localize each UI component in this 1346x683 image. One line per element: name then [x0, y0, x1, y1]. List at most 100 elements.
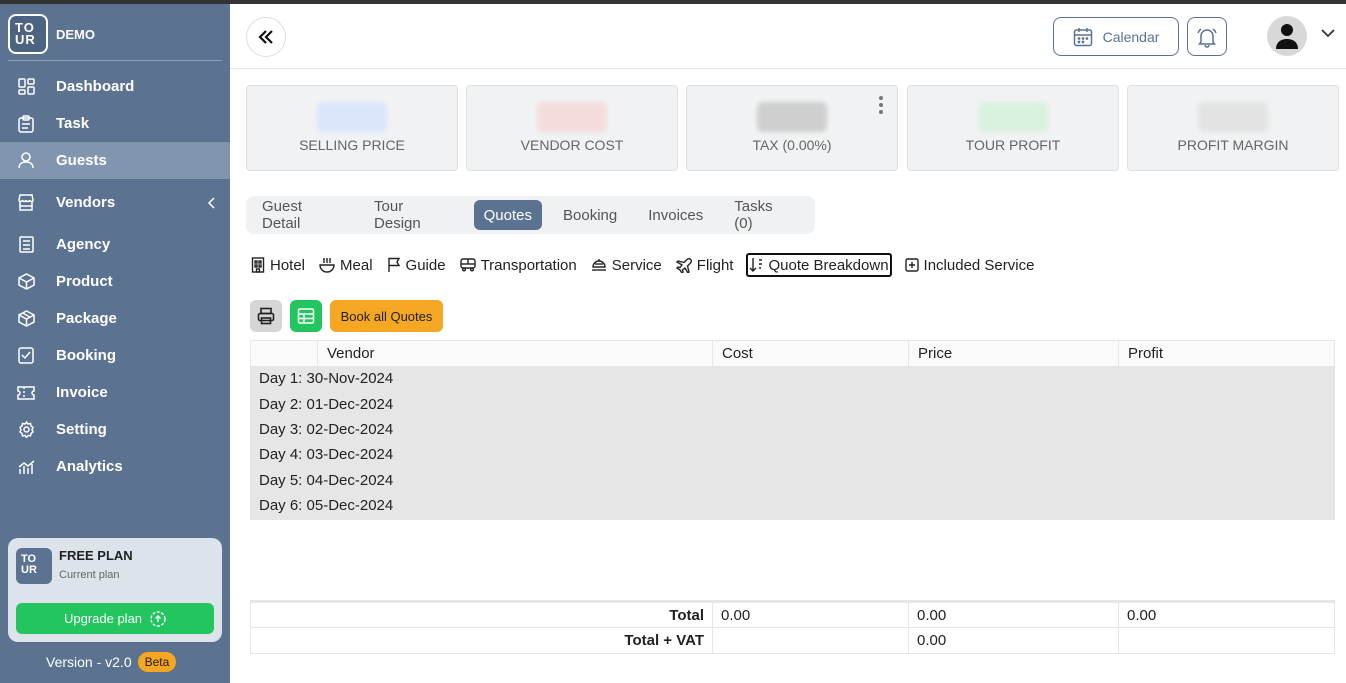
tab-quotes[interactable]: Quotes [473, 200, 543, 230]
stat-value-blurred [757, 102, 827, 132]
sidebar: TO UR DEMO Dashboard Task Guests Vendors… [0, 4, 230, 683]
double-chevron-left-icon [258, 30, 273, 44]
bell-icon [1197, 27, 1217, 48]
tab-booking[interactable]: Booking [553, 200, 627, 230]
column-header-blank [250, 340, 318, 367]
column-header-vendor: Vendor [317, 340, 713, 367]
total-vat-row: Total + VAT 0.00 [250, 627, 1335, 654]
sidebar-item-task[interactable]: Task [0, 105, 230, 142]
column-header-profit: Profit [1118, 340, 1335, 367]
sidebar-item-dashboard[interactable]: Dashboard [0, 68, 230, 105]
dashboard-icon [17, 78, 35, 96]
ticket-icon [17, 384, 35, 402]
subnav-hotel[interactable]: Hotel [250, 253, 306, 277]
subnav-label: Included Service [923, 256, 1035, 274]
sidebar-item-label: Agency [56, 236, 111, 253]
notifications-button[interactable] [1187, 17, 1227, 56]
day-row[interactable]: Day 3: 02-Dec-2024 [250, 417, 1335, 442]
tab-guest-detail[interactable]: Guest Detail [252, 198, 353, 232]
service-bell-icon [591, 259, 606, 271]
stat-label: TOUR PROFIT [965, 137, 1061, 153]
sidebar-item-package[interactable]: Package [0, 300, 230, 337]
brand[interactable]: TO UR DEMO [8, 14, 95, 54]
subnav-guide[interactable]: Guide [386, 253, 447, 277]
building-icon [17, 236, 35, 254]
brand-divider [8, 60, 222, 61]
stat-value-blurred [537, 102, 607, 132]
subnav-flight[interactable]: Flight [675, 253, 735, 277]
stat-card-tour-profit: TOUR PROFIT [907, 85, 1119, 171]
sidebar-item-label: Task [56, 115, 90, 132]
sidebar-item-label: Invoice [56, 384, 108, 401]
plane-icon [675, 257, 692, 273]
subnav-label: Meal [340, 256, 373, 274]
subnav-quote-breakdown[interactable]: Quote Breakdown [746, 253, 892, 277]
subnav-label: Quote Breakdown [768, 256, 889, 274]
collapse-sidebar-button[interactable] [246, 17, 286, 57]
totals-table: Total 0.00 0.00 0.00 Total + VAT 0.00 [250, 600, 1335, 654]
stat-card-profit-margin: PROFIT MARGIN [1127, 85, 1339, 171]
sidebar-item-setting[interactable]: Setting [0, 411, 230, 448]
book-all-quotes-button[interactable]: Book all Quotes [330, 300, 443, 332]
stat-card-selling-price: SELLING PRICE [246, 85, 458, 171]
subnav-label: Service [611, 256, 662, 274]
sort-arrows-icon [749, 258, 763, 272]
sidebar-item-agency[interactable]: Agency [0, 226, 230, 263]
upgrade-arrow-icon [150, 610, 166, 627]
flag-icon [387, 257, 400, 272]
day-group-list: Day 1: 30-Nov-2024 Day 2: 01-Dec-2024 Da… [250, 366, 1335, 520]
bowl-icon [319, 258, 335, 273]
plan-title: FREE PLAN [59, 548, 133, 563]
beta-badge: Beta [137, 652, 177, 672]
store-icon [17, 194, 35, 212]
sidebar-item-vendors[interactable]: Vendors [0, 179, 230, 226]
chart-icon [17, 458, 35, 476]
upgrade-label: Upgrade plan [63, 611, 143, 626]
avatar[interactable] [1267, 16, 1307, 56]
stat-card-tax: TAX (0.00%) [686, 85, 898, 171]
subnav-meal[interactable]: Meal [318, 253, 374, 277]
stat-label: PROFIT MARGIN [1177, 137, 1289, 153]
column-header-price: Price [908, 340, 1119, 367]
chevron-down-icon[interactable] [1320, 28, 1336, 38]
stat-value-blurred [317, 102, 387, 132]
print-button[interactable] [250, 300, 282, 332]
upgrade-plan-button[interactable]: Upgrade plan [16, 603, 214, 634]
sidebar-item-label: Vendors [56, 194, 116, 211]
plan-card: TO UR FREE PLAN Current plan Upgrade plan [8, 538, 222, 642]
more-options-icon[interactable] [879, 96, 883, 117]
logo-text-bottom: UR [15, 32, 36, 47]
sidebar-item-invoice[interactable]: Invoice [0, 374, 230, 411]
day-row[interactable]: Day 5: 04-Dec-2024 [250, 468, 1335, 493]
box-icon [17, 273, 35, 291]
total-row: Total 0.00 0.00 0.00 [250, 600, 1335, 628]
sidebar-item-analytics[interactable]: Analytics [0, 448, 230, 485]
tab-tour-design[interactable]: Tour Design [364, 198, 463, 232]
calendar-button[interactable]: Calendar [1053, 17, 1179, 56]
top-header: Calendar [230, 4, 1346, 69]
user-avatar-icon [1276, 24, 1298, 49]
sidebar-item-guests[interactable]: Guests [0, 142, 230, 179]
sidebar-item-product[interactable]: Product [0, 263, 230, 300]
bus-icon [459, 258, 476, 272]
stat-value-blurred [978, 102, 1048, 132]
tab-tasks[interactable]: Tasks (0) [724, 198, 804, 232]
brand-name: DEMO [56, 26, 95, 42]
clipboard-icon [17, 114, 35, 133]
subnav-transportation[interactable]: Transportation [459, 253, 578, 277]
plan-subtitle: Current plan [59, 569, 120, 581]
sidebar-item-booking[interactable]: Booking [0, 337, 230, 374]
tab-invoices[interactable]: Invoices [638, 200, 713, 230]
day-row[interactable]: Day 4: 03-Dec-2024 [250, 442, 1335, 467]
sidebar-item-label: Guests [56, 152, 107, 169]
day-row[interactable]: Day 1: 30-Nov-2024 [250, 366, 1335, 391]
total-vat-label: Total + VAT [250, 627, 713, 654]
stat-card-vendor-cost: VENDOR COST [466, 85, 678, 171]
subnav-included-service[interactable]: Included Service [904, 253, 1036, 277]
subnav-label: Transportation [480, 256, 577, 274]
sidebar-item-label: Product [56, 273, 113, 290]
day-row[interactable]: Day 6: 05-Dec-2024 [250, 493, 1335, 518]
export-sheet-button[interactable] [290, 300, 322, 332]
subnav-service[interactable]: Service [590, 253, 663, 277]
day-row[interactable]: Day 2: 01-Dec-2024 [250, 391, 1335, 416]
